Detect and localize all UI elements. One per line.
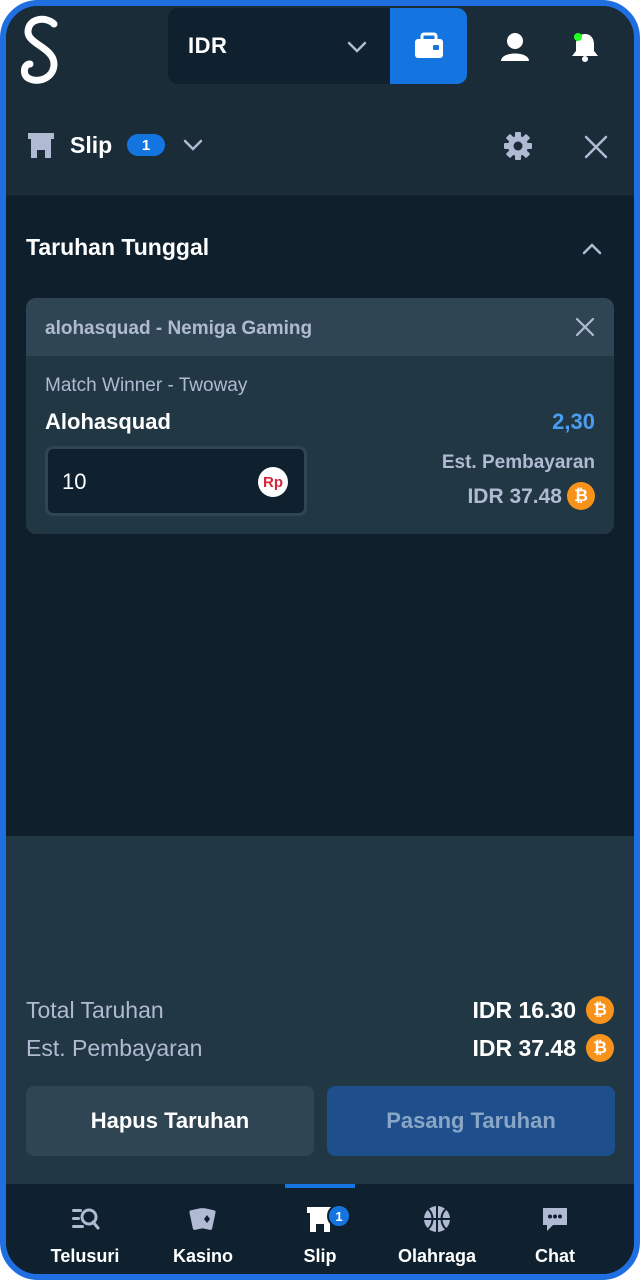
betslip-count-badge: 1 bbox=[127, 134, 165, 156]
nav-label: Chat bbox=[535, 1246, 575, 1266]
est-payout-row: Est. Pembayaran IDR 37.48 ₿ bbox=[26, 1031, 614, 1065]
nav-item-browse[interactable]: Telusuri bbox=[26, 1184, 144, 1274]
bottom-nav: Telusuri Kasino 1 Slip Olahraga Chat bbox=[6, 1184, 634, 1274]
place-bet-button[interactable]: Pasang Taruhan bbox=[327, 1086, 615, 1156]
search-list-icon bbox=[72, 1208, 100, 1230]
bet-selection: Alohasquad bbox=[45, 409, 171, 434]
nav-item-sports[interactable]: Olahraga bbox=[378, 1184, 496, 1274]
total-stake-label: Total Taruhan bbox=[26, 997, 164, 1023]
bet-market: Match Winner - Twoway bbox=[45, 375, 248, 396]
bitcoin-icon: ₿ bbox=[567, 482, 595, 510]
notification-button[interactable] bbox=[562, 24, 608, 70]
est-payout-value: IDR 37.48 bbox=[472, 1035, 576, 1061]
est-payout-value: IDR 37.48 bbox=[467, 485, 562, 508]
nav-label: Olahraga bbox=[397, 1246, 477, 1266]
total-stake-value: IDR 16.30 bbox=[472, 997, 576, 1023]
betslip-summary: Total Taruhan IDR 16.30 ₿ Est. Pembayara… bbox=[6, 836, 634, 1184]
stake-input[interactable] bbox=[62, 467, 242, 497]
rupiah-icon: Rp bbox=[258, 467, 288, 497]
app-frame: IDR Slip 1 Taruhan Tunggal alohasquad - … bbox=[0, 0, 640, 1280]
betslip-icon bbox=[28, 133, 54, 158]
currency-select[interactable]: IDR bbox=[168, 8, 390, 84]
nav-label: Telusuri bbox=[50, 1246, 120, 1266]
bet-event-name[interactable]: alohasquad - Nemiga Gaming bbox=[45, 318, 312, 340]
nav-label: Kasino bbox=[172, 1246, 233, 1266]
betslip-title: Slip bbox=[70, 132, 113, 158]
chevron-up-icon[interactable] bbox=[579, 236, 605, 262]
close-icon[interactable] bbox=[574, 316, 596, 338]
section-title: Taruhan Tunggal bbox=[26, 234, 210, 260]
nav-item-slip[interactable]: 1 Slip bbox=[261, 1184, 379, 1274]
user-button[interactable] bbox=[492, 24, 538, 70]
chat-icon bbox=[543, 1208, 567, 1231]
stake-field[interactable]: Rp bbox=[45, 446, 307, 516]
bell-icon bbox=[572, 33, 598, 62]
bet-card: alohasquad - Nemiga Gaming Match Winner … bbox=[26, 298, 614, 534]
bet-card-header: alohasquad - Nemiga Gaming bbox=[26, 298, 614, 356]
nav-label: Slip bbox=[303, 1246, 337, 1266]
slip-count-badge: 1 bbox=[327, 1204, 351, 1228]
total-stake-row: Total Taruhan IDR 16.30 ₿ bbox=[26, 993, 614, 1027]
wallet-button[interactable] bbox=[390, 8, 467, 84]
stake-s-logo[interactable] bbox=[16, 14, 66, 86]
bitcoin-icon: ₿ bbox=[586, 996, 614, 1024]
top-header: IDR bbox=[6, 6, 634, 100]
betslip-content: Taruhan Tunggal alohasquad - Nemiga Gami… bbox=[6, 196, 634, 836]
bet-odds: 2,30 bbox=[552, 409, 595, 434]
bitcoin-icon: ₿ bbox=[586, 1034, 614, 1062]
est-payout-label: Est. Pembayaran bbox=[441, 452, 595, 473]
gear-icon[interactable] bbox=[503, 131, 533, 161]
chevron-down-icon bbox=[347, 41, 367, 53]
close-icon[interactable] bbox=[583, 134, 609, 160]
nav-item-casino[interactable]: Kasino bbox=[144, 1184, 262, 1274]
user-icon bbox=[501, 33, 529, 61]
betslip-header: Slip 1 bbox=[6, 100, 634, 196]
clear-bets-button[interactable]: Hapus Taruhan bbox=[26, 1086, 314, 1156]
nav-item-chat[interactable]: Chat bbox=[496, 1184, 614, 1274]
currency-label: IDR bbox=[188, 33, 228, 58]
wallet-icon bbox=[414, 32, 443, 58]
cards-icon bbox=[189, 1208, 216, 1230]
chevron-down-icon[interactable] bbox=[181, 133, 205, 157]
basketball-icon bbox=[424, 1206, 450, 1232]
est-payout-label: Est. Pembayaran bbox=[26, 1035, 203, 1061]
